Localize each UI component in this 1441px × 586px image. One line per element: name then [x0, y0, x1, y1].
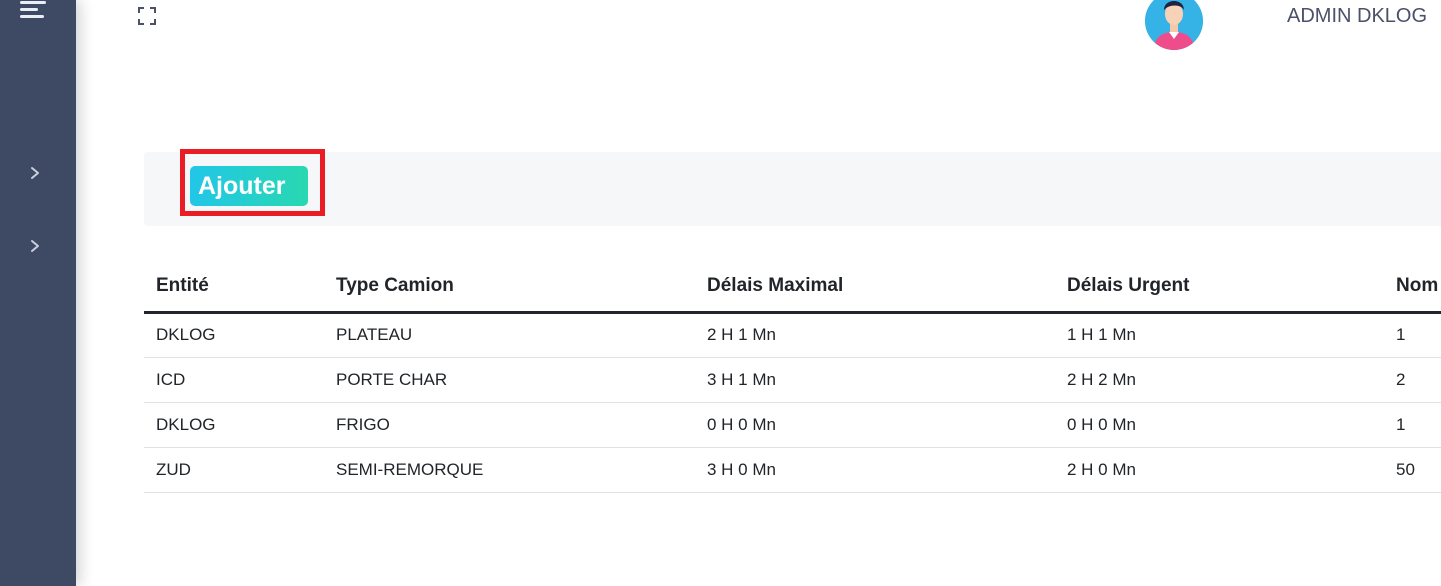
fullscreen-icon[interactable]: [138, 7, 156, 25]
table-cell: 1: [1384, 312, 1441, 358]
table-cell: 2 H 0 Mn: [1055, 447, 1384, 493]
table-cell: DKLOG: [144, 312, 324, 358]
table-cell: 0 H 0 Mn: [695, 402, 1055, 448]
table-cell: 50: [1384, 447, 1441, 493]
table-cell: ZUD: [144, 447, 324, 493]
table-cell: 2 H 2 Mn: [1055, 357, 1384, 403]
column-header-delais-maximal[interactable]: Délais Maximal: [695, 262, 1055, 314]
table-cell: 2 H 1 Mn: [695, 312, 1055, 358]
table-row[interactable]: ICD PORTE CHAR 3 H 1 Mn 2 H 2 Mn 2: [144, 357, 1441, 403]
column-header-nom[interactable]: Nom: [1384, 262, 1441, 314]
table-cell: 3 H 0 Mn: [695, 447, 1055, 493]
table-cell: DKLOG: [144, 402, 324, 448]
table-cell: SEMI-REMORQUE: [324, 447, 695, 493]
highlight-box: [180, 149, 325, 216]
table-row[interactable]: ZUD SEMI-REMORQUE 3 H 0 Mn 2 H 0 Mn 50: [144, 447, 1441, 493]
column-header-entite[interactable]: Entité: [144, 262, 324, 314]
topbar: ADMIN DKLOG: [76, 0, 1441, 60]
sidebar-item-2-chevron-right-icon[interactable]: [28, 239, 42, 253]
table-row[interactable]: DKLOG FRIGO 0 H 0 Mn 0 H 0 Mn 1: [144, 402, 1441, 448]
table-cell: PORTE CHAR: [324, 357, 695, 403]
table-cell: ICD: [144, 357, 324, 403]
sidebar-item-1-chevron-right-icon[interactable]: [28, 166, 42, 180]
action-bar: [144, 152, 1441, 226]
column-header-type-camion[interactable]: Type Camion: [324, 262, 695, 314]
username[interactable]: ADMIN DKLOG: [1287, 5, 1427, 28]
sidebar: [0, 0, 76, 586]
table-header-row: Entité Type Camion Délais Maximal Délais…: [144, 262, 1441, 314]
table-cell: PLATEAU: [324, 312, 695, 358]
hamburger-menu-icon[interactable]: [20, 0, 48, 20]
table-cell: 2: [1384, 357, 1441, 403]
data-table: Entité Type Camion Délais Maximal Délais…: [144, 262, 1441, 493]
table-cell: FRIGO: [324, 402, 695, 448]
column-header-delais-urgent[interactable]: Délais Urgent: [1055, 262, 1384, 314]
table-cell: 3 H 1 Mn: [695, 357, 1055, 403]
table-cell: 1: [1384, 402, 1441, 448]
table-row[interactable]: DKLOG PLATEAU 2 H 1 Mn 1 H 1 Mn 1: [144, 312, 1441, 358]
table-cell: 0 H 0 Mn: [1055, 402, 1384, 448]
user-avatar[interactable]: [1145, 0, 1203, 50]
table-cell: 1 H 1 Mn: [1055, 312, 1384, 358]
